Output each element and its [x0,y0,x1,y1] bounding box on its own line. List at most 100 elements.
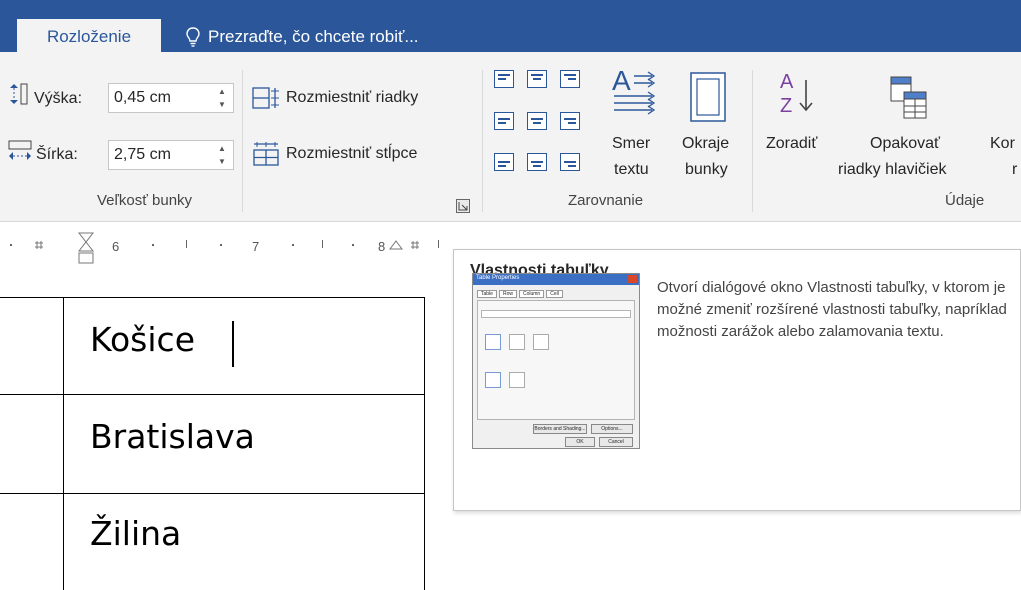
width-spinner[interactable]: 2,75 cm ▲ ▼ [108,140,234,170]
align-left-preview-icon [485,334,501,350]
height-value[interactable]: 0,45 cm [114,89,171,107]
width-label: Šírka: [36,146,78,163]
ribbon-tab-bar: Rozloženie Prezraďte, čo chcete robiť... [0,0,1021,54]
preview-tab: Table [477,290,497,298]
align-middle-center-button[interactable] [527,112,547,130]
table-cell-text[interactable]: Košice [90,320,195,359]
table-properties-launcher[interactable] [456,199,470,213]
wrap-none-preview-icon [485,372,501,388]
cell-size-group-label: Veľkosť bunky [97,192,193,209]
preview-tab: Cell [546,290,563,298]
sort-button[interactable]: A Z Zoradiť [760,64,836,188]
align-bottom-left-button[interactable] [494,153,514,171]
ruler-dot [352,244,354,246]
table-cell-text[interactable]: Žilina [90,514,181,553]
cell-margins-label-1: Okraje [682,135,730,152]
ruler-tick-label: 7 [252,239,260,254]
distribute-columns-label: Rozmiestniť stĺpce [286,145,418,162]
ruler-dot [292,244,294,246]
tab-layout[interactable]: Rozloženie [17,19,161,54]
convert-to-text-label-partial[interactable]: Kor [990,135,1015,153]
align-bottom-right-button[interactable] [560,153,580,171]
preview-size-row [481,310,631,318]
distribute-rows-icon [252,87,279,109]
distribute-columns-button[interactable]: Rozmiestniť stĺpce [252,140,462,168]
height-spinner[interactable]: 0,45 cm ▲ ▼ [108,83,234,113]
preview-tab: Row [498,290,517,298]
table-border [63,297,64,590]
text-direction-label-2: textu [614,161,649,178]
width-value[interactable]: 2,75 cm [114,146,171,164]
text-direction-icon: A [612,65,656,115]
spin-up-icon[interactable]: ▲ [215,86,229,98]
repeat-header-rows-button[interactable]: Opakovať riadky hlavičiek [838,64,988,188]
right-indent-marker[interactable] [389,240,403,250]
tooltip-description: Otvorí dialógové okno Vlastnosti tabuľky… [657,279,1007,340]
align-center-preview-icon [509,334,525,350]
alignment-group-label: Zarovnanie [568,192,644,209]
preview-options-button: Options... [591,424,633,434]
preview-ok-button: OK [565,437,595,447]
align-top-left-button[interactable] [494,70,514,88]
sort-label: Zoradiť [766,135,818,152]
distribute-rows-label: Rozmiestniť riadky [286,89,419,106]
svg-text:Z: Z [780,95,792,116]
align-top-center-button[interactable] [527,70,547,88]
dialog-launcher-icon [458,202,468,211]
separator [242,70,243,212]
spin-down-icon[interactable]: ▼ [215,156,229,168]
align-top-right-button[interactable] [560,70,580,88]
horizontal-ruler[interactable]: 6 7 8 [0,232,455,264]
table-cell-text[interactable]: Bratislava [90,417,255,456]
hanging-indent-marker[interactable] [77,232,95,264]
data-group-label: Údaje [945,192,985,209]
sort-az-icon: A Z [780,71,813,116]
ruler-bar [438,240,439,248]
svg-text:A: A [780,71,794,93]
separator [482,70,483,212]
distribute-columns-icon [253,142,279,166]
cell-margins-label-2: bunky [685,161,728,178]
ruler-tick-label: 6 [112,239,120,254]
align-right-preview-icon [533,334,549,350]
ruler-column-marker[interactable] [410,240,420,250]
cell-margins-button[interactable]: Okraje bunky [676,64,740,188]
spin-up-icon[interactable]: ▲ [215,143,229,155]
preview-title-bar: Table Properties [473,274,639,285]
column-width-icon [8,140,32,160]
ruler-tick-label: 8 [378,239,386,254]
repeat-header-label-2: riadky hlavičiek [838,161,947,178]
preview-borders-button: Borders and Shading... [533,424,587,434]
distribute-rows-button[interactable]: Rozmiestniť riadky [252,84,462,112]
preview-cancel-button: Cancel [599,437,633,447]
lightbulb-icon [186,27,200,47]
height-label: Výška: [34,90,83,107]
wrap-around-preview-icon [509,372,525,388]
align-bottom-center-button[interactable] [527,153,547,171]
separator [752,70,753,212]
convert-to-text-label-partial-2: r [1012,161,1018,178]
table-properties-tooltip: Vlastnosti tabuľky Table Properties Tabl… [453,249,1021,511]
svg-text:A: A [612,65,631,96]
cell-margins-icon [690,72,726,122]
tell-me-box[interactable]: Prezraďte, čo chcete robiť... [186,24,419,50]
align-middle-right-button[interactable] [560,112,580,130]
ruler-column-marker[interactable] [34,240,44,250]
text-direction-label-1: Smer [612,135,651,152]
preview-tab: Column [518,290,545,298]
repeat-header-label-1: Opakovať [870,135,941,152]
close-icon [628,275,637,283]
ruler-dot [10,244,12,246]
tell-me-text: Prezraďte, čo chcete robiť... [208,27,419,46]
text-direction-button[interactable]: A Smer textu [604,64,666,188]
repeat-header-rows-icon [890,76,927,119]
preview-title: Table Properties [476,275,520,281]
text-cursor [232,321,234,367]
align-middle-left-button[interactable] [494,112,514,130]
ruler-dot [152,244,154,246]
spin-down-icon[interactable]: ▼ [215,99,229,111]
row-height-icon [10,83,28,105]
ruler-dot [220,244,222,246]
table-border [424,297,425,590]
table-properties-preview-image: Table Properties Table Row Column Cell B… [472,273,640,449]
